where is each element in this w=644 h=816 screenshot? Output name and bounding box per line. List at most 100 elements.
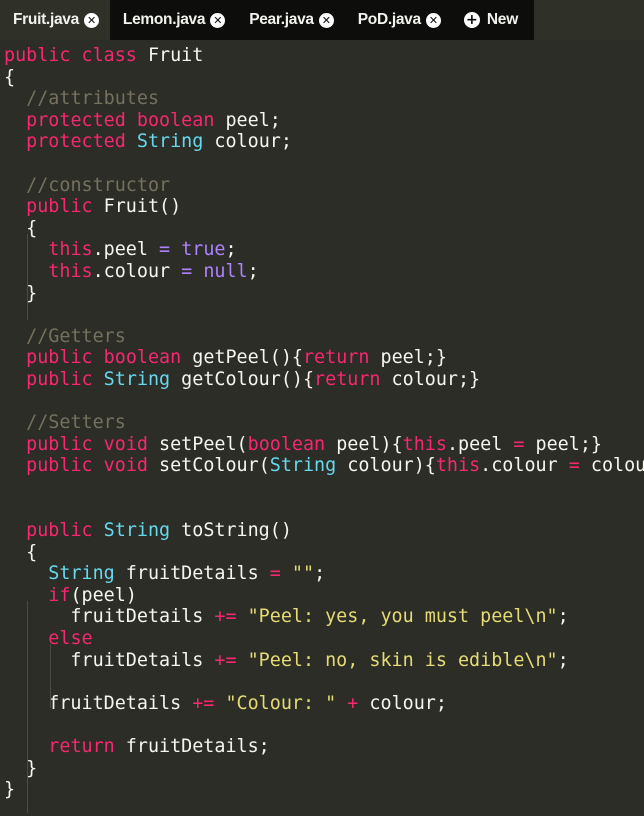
- code-token: {: [4, 66, 16, 88]
- tab-bar: Fruit.java ✕ Lemon.java ✕ Pear.java ✕ PoD.java…: [0, 0, 644, 40]
- code-token: }: [4, 779, 16, 801]
- code-token: public: [26, 196, 93, 218]
- code-token: colour){: [336, 455, 436, 477]
- code-token: ;: [557, 606, 569, 628]
- code-content[interactable]: public class Fruit{ //attributes protect…: [0, 45, 644, 801]
- code-token: ;: [314, 563, 326, 585]
- code-line: public Fruit(): [0, 196, 644, 218]
- code-token: setColour(: [147, 455, 270, 477]
- code-token: String: [48, 563, 115, 585]
- code-token: .peel: [446, 433, 514, 455]
- code-token: peel;: [214, 109, 281, 131]
- code-line: fruitDetails += "Peel: no, skin is edibl…: [0, 650, 644, 672]
- code-line: protected String colour;: [0, 131, 644, 153]
- code-editor[interactable]: public class Fruit{ //attributes protect…: [0, 40, 644, 816]
- code-token: peel){: [325, 433, 403, 455]
- code-token: void: [103, 455, 148, 477]
- code-token: colour;}: [380, 368, 481, 390]
- code-token: =: [269, 563, 281, 585]
- code-token: protected: [26, 131, 126, 153]
- code-token: fruitDetails: [4, 692, 193, 714]
- tab-label: Fruit.java: [13, 11, 79, 28]
- code-token: =: [568, 455, 580, 477]
- code-token: .peel: [92, 239, 160, 261]
- tab-pear-java[interactable]: Pear.java ✕: [236, 0, 345, 40]
- tab-fruit-java[interactable]: Fruit.java ✕: [0, 0, 110, 40]
- code-token: =: [513, 433, 525, 455]
- code-token: toString(): [170, 520, 292, 542]
- code-token: .colour: [92, 260, 182, 282]
- code-token: else: [48, 628, 93, 650]
- close-icon[interactable]: ✕: [83, 12, 99, 28]
- code-token: public: [26, 347, 93, 369]
- code-token: //Getters: [26, 325, 126, 347]
- code-token: {: [4, 541, 38, 563]
- code-token: setPeel(: [147, 433, 248, 455]
- code-token: String: [269, 455, 337, 477]
- code-line: if(peel): [0, 585, 644, 607]
- new-tab-button[interactable]: + New: [452, 0, 534, 40]
- code-line: }: [0, 758, 644, 780]
- code-line: ​: [0, 671, 644, 693]
- code-token: fruitDetails: [4, 649, 215, 671]
- code-token: "Peel: yes, you must peel\n": [247, 606, 558, 628]
- code-token: public: [26, 520, 93, 542]
- code-line: fruitDetails += "Colour: " + colour;: [0, 693, 644, 715]
- tab-lemon-java[interactable]: Lemon.java ✕: [110, 0, 236, 40]
- code-token: +=: [192, 692, 215, 714]
- code-token: peel;}: [524, 433, 602, 455]
- code-token: public: [26, 368, 93, 390]
- code-line: {: [0, 67, 644, 89]
- code-token: +=: [214, 606, 237, 628]
- code-token: "Peel: no, skin is edible\n": [247, 649, 558, 671]
- code-token: +=: [214, 649, 237, 671]
- code-token: colour;: [203, 131, 292, 153]
- code-token: null: [203, 260, 248, 282]
- code-token: {: [4, 217, 38, 239]
- code-line: {: [0, 542, 644, 564]
- code-token: ;: [225, 239, 237, 261]
- code-token: =: [181, 260, 193, 282]
- code-token: public: [26, 433, 93, 455]
- close-icon[interactable]: ✕: [210, 12, 226, 28]
- close-icon[interactable]: ✕: [318, 12, 334, 28]
- code-token: ;: [247, 260, 259, 282]
- plus-circle-icon: +: [463, 12, 480, 28]
- code-token: Fruit(): [92, 196, 182, 218]
- code-token: if: [48, 584, 71, 606]
- code-token: +: [347, 692, 359, 714]
- code-token: public: [4, 45, 71, 66]
- tab-pod-java[interactable]: PoD.java ✕: [345, 0, 452, 40]
- code-token: void: [103, 433, 148, 455]
- tab-strip: Fruit.java ✕ Lemon.java ✕ Pear.java ✕ PoD.java…: [0, 0, 535, 40]
- code-token: //Setters: [26, 412, 126, 434]
- code-line: ​: [0, 304, 644, 326]
- code-token: boolean: [136, 109, 215, 131]
- code-line: }: [0, 779, 644, 801]
- close-icon[interactable]: ✕: [425, 12, 441, 28]
- code-line: fruitDetails += "Peel: yes, you must pee…: [0, 606, 644, 628]
- code-token: public: [26, 455, 93, 477]
- code-token: return: [302, 347, 370, 369]
- code-token: return: [48, 736, 115, 757]
- code-token: ;: [557, 649, 569, 671]
- code-token: colour;}: [590, 455, 644, 477]
- code-line: public String toString(): [0, 520, 644, 542]
